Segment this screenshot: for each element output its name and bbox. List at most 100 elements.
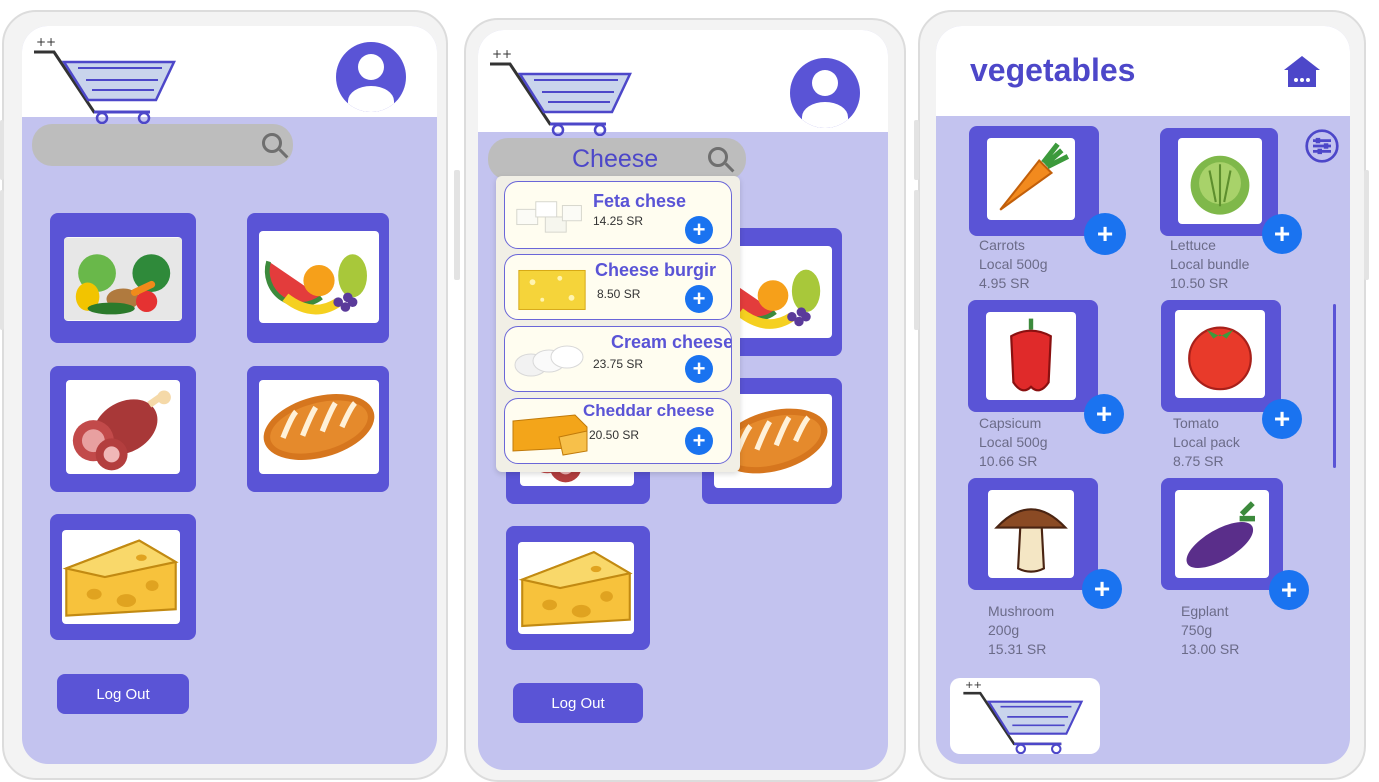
add-icon[interactable]: + xyxy=(685,355,713,383)
result-price: 8.50 SR xyxy=(597,287,641,301)
product-size: 200g xyxy=(988,622,1020,638)
lettuce-image xyxy=(1178,138,1262,224)
result-name: Cheddar cheese xyxy=(583,401,715,420)
product-name: Lettuce xyxy=(1170,237,1216,253)
search-icon[interactable] xyxy=(262,133,282,153)
cart-logo-icon[interactable] xyxy=(488,46,638,136)
top-bar xyxy=(478,30,888,132)
product-info: Lettuce Local bundle 10.50 SR xyxy=(1170,236,1249,293)
add-icon[interactable]: + xyxy=(1262,399,1302,439)
add-icon[interactable]: + xyxy=(1084,394,1124,434)
product-price: 10.50 SR xyxy=(1170,275,1229,291)
product-name: Egplant xyxy=(1181,603,1229,619)
product-card[interactable] xyxy=(969,126,1099,236)
category-tile-cheese[interactable] xyxy=(50,514,196,640)
product-price: 8.75 SR xyxy=(1173,453,1224,469)
product-info: Tomato Local pack 8.75 SR xyxy=(1173,414,1240,471)
result-price: 23.75 SR xyxy=(593,357,644,371)
product-price: 15.31 SR xyxy=(988,641,1047,657)
product-info: Mushroom 200g 15.31 SR xyxy=(988,602,1054,659)
search-bar[interactable]: Cheese xyxy=(488,138,746,180)
category-tile-bread[interactable] xyxy=(247,366,389,492)
cart-logo-icon[interactable] xyxy=(32,34,182,124)
result-name: Cheese burgir xyxy=(595,260,717,280)
home-screen: Log Out xyxy=(22,26,437,764)
product-info: Capsicum Local 500g 10.66 SR xyxy=(979,414,1048,471)
search-bar[interactable] xyxy=(32,124,293,166)
category-tile-vegetables[interactable] xyxy=(50,213,196,343)
logout-button[interactable]: Log Out xyxy=(57,674,189,714)
product-size: 750g xyxy=(1181,622,1213,638)
search-result-item[interactable]: Cheese burgir 8.50 SR + xyxy=(504,254,732,320)
product-card[interactable] xyxy=(1161,300,1281,412)
search-icon[interactable] xyxy=(708,147,728,167)
result-price: 20.50 SR xyxy=(589,428,640,442)
profile-icon[interactable] xyxy=(790,58,860,128)
product-card[interactable] xyxy=(968,478,1098,590)
add-icon[interactable]: + xyxy=(1084,213,1126,255)
filter-icon[interactable] xyxy=(1304,128,1340,164)
product-size: Local pack xyxy=(1173,434,1240,450)
cheddar-cheese-image xyxy=(512,414,588,456)
capsicum-image xyxy=(986,312,1076,400)
profile-icon[interactable] xyxy=(336,42,406,112)
result-name: Cream cheese xyxy=(611,332,731,352)
scrollbar[interactable] xyxy=(1333,304,1336,468)
phone-side-button xyxy=(0,190,4,330)
result-name: Feta chese xyxy=(593,191,687,211)
phone-side-button xyxy=(454,170,460,280)
top-bar xyxy=(22,26,437,117)
cheese-image xyxy=(62,530,180,624)
top-bar: vegetables xyxy=(936,26,1350,116)
search-result-item[interactable]: Cream cheese 23.75 SR + xyxy=(504,326,732,392)
category-tile-fruits[interactable] xyxy=(247,213,389,343)
meat-image xyxy=(66,380,180,474)
phone-side-button xyxy=(914,190,919,330)
phone-side-button xyxy=(0,120,4,180)
tomato-image xyxy=(1175,310,1265,398)
cheese-slice-image xyxy=(518,269,586,310)
category-tile-cheese[interactable] xyxy=(506,526,650,650)
cream-cheese-image xyxy=(514,345,584,377)
product-name: Tomato xyxy=(1173,415,1219,431)
product-name: Capsicum xyxy=(979,415,1042,431)
eggplant-image xyxy=(1175,490,1269,578)
vegetables-screen: vegetables + Carrots Local 500g 4.95 SR … xyxy=(936,26,1350,764)
add-icon[interactable]: + xyxy=(1262,214,1302,254)
product-size: Local bundle xyxy=(1170,256,1250,272)
product-card[interactable] xyxy=(1160,128,1278,236)
add-icon[interactable]: + xyxy=(1269,570,1309,610)
category-tile-meat[interactable] xyxy=(50,366,196,492)
product-size: Local 500g xyxy=(979,256,1048,272)
search-input[interactable]: Cheese xyxy=(572,145,658,174)
product-name: Carrots xyxy=(979,237,1025,253)
logout-button[interactable]: Log Out xyxy=(513,683,643,723)
result-price: 14.25 SR xyxy=(593,214,644,228)
feta-cheese-image xyxy=(516,201,582,233)
product-card[interactable] xyxy=(968,300,1098,412)
phone-side-button xyxy=(1364,170,1369,280)
product-card[interactable] xyxy=(1161,478,1283,590)
product-info: Carrots Local 500g 4.95 SR xyxy=(979,236,1048,293)
home-icon[interactable] xyxy=(1282,54,1322,90)
add-icon[interactable]: + xyxy=(685,427,713,455)
add-icon[interactable]: + xyxy=(685,285,713,313)
carrot-image xyxy=(987,138,1075,220)
search-results-dropdown: Feta chese 14.25 SR + Cheese burgir 8.50… xyxy=(496,176,740,472)
search-result-item[interactable]: Cheddar cheese 20.50 SR + xyxy=(504,398,732,464)
vegetables-image xyxy=(64,237,182,321)
product-price: 4.95 SR xyxy=(979,275,1030,291)
cheese-image xyxy=(518,542,634,634)
phone-side-button xyxy=(914,120,919,180)
add-icon[interactable]: + xyxy=(1082,569,1122,609)
add-icon[interactable]: + xyxy=(685,216,713,244)
search-result-item[interactable]: Feta chese 14.25 SR + xyxy=(504,181,732,249)
fruits-image xyxy=(259,231,379,323)
cart-icon[interactable] xyxy=(952,678,1098,754)
mushroom-image xyxy=(988,490,1074,578)
product-name: Mushroom xyxy=(988,603,1055,619)
cart-button[interactable] xyxy=(950,678,1100,754)
product-size: Local 500g xyxy=(979,434,1048,450)
product-info: Egplant 750g 13.00 SR xyxy=(1181,602,1239,659)
page-title: vegetables xyxy=(970,52,1136,88)
